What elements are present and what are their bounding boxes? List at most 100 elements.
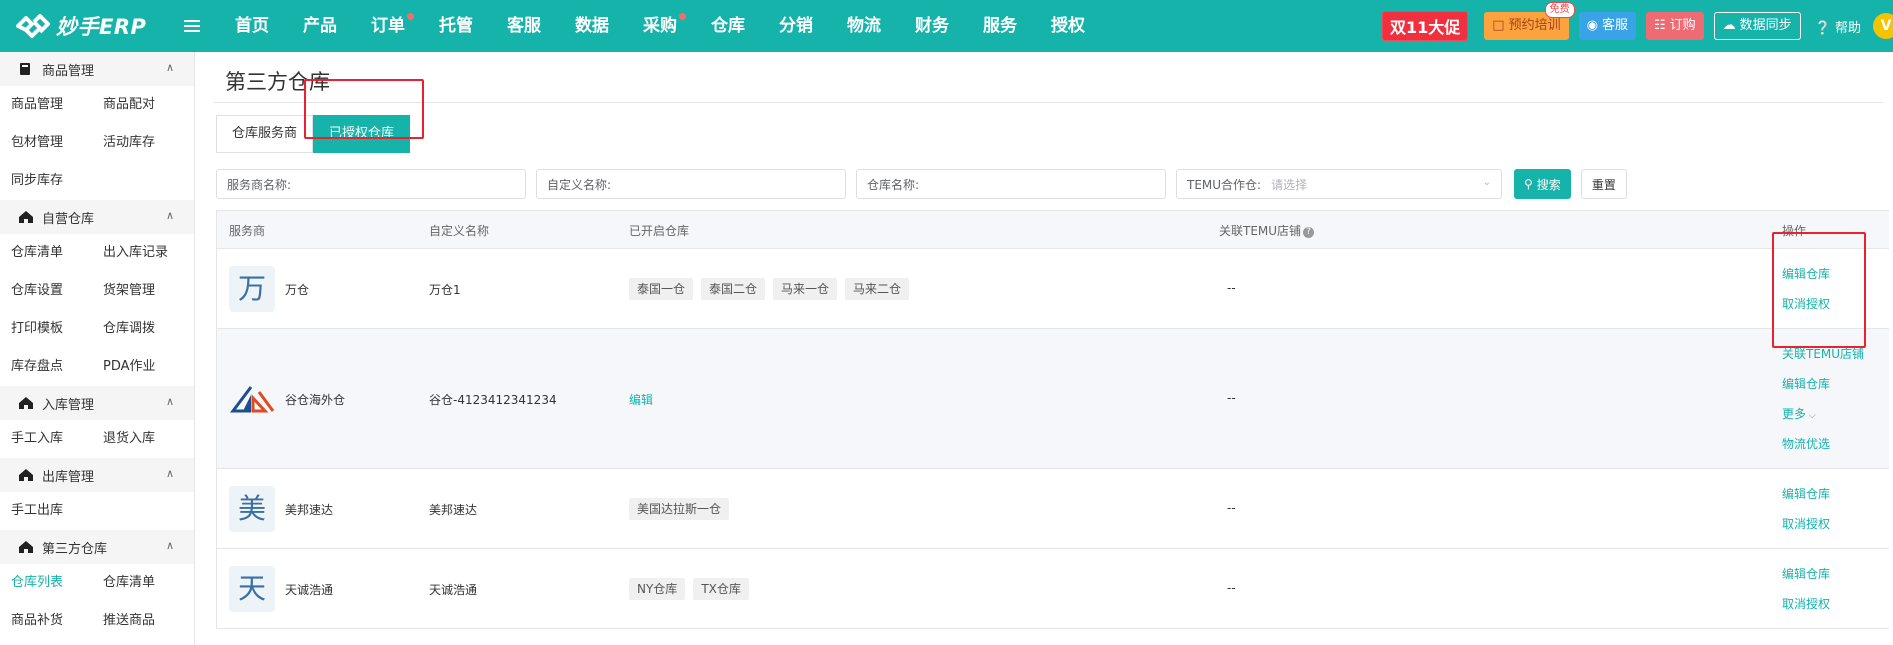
action-link[interactable]: 关联TEMU店铺 — [1782, 339, 1864, 369]
nav-item[interactable]: 授权 — [1034, 0, 1102, 52]
tab-warehouse-providers[interactable]: 仓库服务商 — [216, 115, 314, 153]
search-icon: ⚲ — [1524, 177, 1533, 191]
temu-store-header-label: 关联TEMU店铺 — [1219, 224, 1302, 238]
warehouse-tags: NY仓库 TX仓库 — [629, 578, 757, 600]
product-icon — [18, 62, 34, 76]
sidebar-item[interactable]: PDA作业 — [103, 348, 194, 386]
sidebar-item[interactable]: 商品管理 — [11, 86, 103, 124]
chevron-up-icon[interactable]: ∧ — [166, 539, 174, 552]
sidebar-item[interactable]: 仓库列表 — [11, 564, 103, 602]
nav-item[interactable]: 财务 — [898, 0, 966, 52]
chevron-down-icon: ⌵ — [1806, 411, 1816, 421]
sidebar-item[interactable]: 仓库清单 — [11, 234, 103, 272]
chevron-up-icon[interactable]: ∧ — [166, 209, 174, 222]
custom-name: 万仓1 — [429, 283, 461, 297]
page-title: 第三方仓库 — [225, 70, 330, 94]
sidebar-item[interactable]: 手工出库 — [11, 492, 103, 530]
nav-item[interactable]: 首页 — [218, 0, 286, 52]
data-sync-button[interactable]: ☁ 数据同步 — [1713, 12, 1801, 40]
action-link[interactable]: 取消授权 — [1782, 289, 1830, 319]
table-row: 谷仓海外仓 谷仓-4123412341234 编辑 -- 关联TEMU店铺 编辑仓库 更多 … — [217, 329, 1889, 469]
nav-item-label: 首页 — [235, 16, 269, 36]
tab-authorized-warehouses[interactable]: 已授权仓库 — [313, 115, 411, 153]
action-link[interactable]: 编辑仓库 — [1782, 559, 1830, 589]
sidebar-item[interactable]: 包材管理 — [11, 124, 103, 162]
sidebar-group-header[interactable]: 入库管理 ∧ — [0, 386, 194, 420]
nav-item[interactable]: 数据 — [558, 0, 626, 52]
sidebar-item[interactable]: 活动库存 — [103, 124, 194, 162]
sidebar-item[interactable]: 出入库记录 — [103, 234, 194, 272]
warehouse-name-field[interactable]: 仓库名称: — [856, 169, 1166, 199]
order-button[interactable]: ☷ 订购 — [1645, 12, 1704, 40]
house-icon — [18, 396, 34, 410]
custom-name: 美邦速达 — [429, 503, 478, 517]
action-link[interactable]: 取消授权 — [1782, 509, 1830, 539]
column-header-provider: 服务商 — [229, 224, 266, 238]
sidebar-item[interactable]: 打印模板 — [11, 310, 103, 348]
nav-item-label: 服务 — [983, 16, 1017, 36]
sidebar-group-title: 出库管理 — [42, 469, 95, 485]
nav-item-label: 仓库 — [711, 16, 745, 36]
action-link[interactable]: 编辑仓库 — [1782, 479, 1830, 509]
avatar[interactable]: V — [1873, 13, 1893, 39]
nav-item[interactable]: 物流 — [830, 0, 898, 52]
sidebar-group-items: 手工入库 退货入库 — [0, 420, 194, 458]
nav-item[interactable]: 客服 — [490, 0, 558, 52]
custom-name-field[interactable]: 自定义名称: — [536, 169, 846, 199]
more-dropdown[interactable]: 更多 ⌵ — [1782, 399, 1864, 429]
sidebar-item[interactable]: 商品配对 — [103, 86, 194, 124]
temu-warehouse-select[interactable]: TEMU合作仓: 请选择 ⌄ — [1176, 169, 1502, 199]
sidebar-item[interactable]: 推送商品 — [103, 602, 194, 640]
nav-item[interactable]: 订单 — [354, 0, 422, 52]
promo-banner[interactable]: 双11大促 — [1382, 11, 1469, 41]
sidebar-group-header[interactable]: 自营仓库 ∧ — [0, 200, 194, 234]
search-button[interactable]: ⚲ 搜索 — [1514, 169, 1571, 199]
reset-button[interactable]: 重置 — [1580, 169, 1627, 199]
training-button[interactable]: □ 预约培训 免费 — [1484, 2, 1575, 40]
nav-item[interactable]: 服务 — [966, 0, 1034, 52]
action-link[interactable]: 编辑仓库 — [1782, 259, 1830, 289]
nav-item[interactable]: 分销 — [762, 0, 830, 52]
action-link[interactable]: 编辑仓库 — [1782, 369, 1864, 399]
divider — [214, 102, 1883, 103]
provider-name: 美邦速达 — [285, 503, 334, 517]
nav-item[interactable]: 采购 — [626, 0, 694, 52]
chevron-up-icon[interactable]: ∧ — [166, 467, 174, 480]
edit-warehouses-link[interactable]: 编辑 — [629, 393, 653, 407]
sidebar-item[interactable]: 库存盘点 — [11, 348, 103, 386]
sidebar-item[interactable]: 手工入库 — [11, 420, 103, 458]
sidebar-group-items: 手工出库 — [0, 492, 194, 530]
brand-logo[interactable]: 妙手ERP — [12, 9, 162, 43]
help-link[interactable]: ❔ 帮助 — [1815, 17, 1861, 36]
chevron-up-icon[interactable]: ∧ — [166, 61, 174, 74]
sidebar-group-header[interactable]: 第三方仓库 ∧ — [0, 530, 194, 564]
menu-toggle-icon[interactable] — [184, 17, 200, 35]
provider-name-field[interactable]: 服务商名称: — [216, 169, 526, 199]
sidebar-item[interactable]: 商品补货 — [11, 602, 103, 640]
sidebar-group-items: 商品管理 商品配对 包材管理 活动库存 同步库存 — [0, 86, 194, 200]
sidebar-item[interactable]: 同步库存 — [11, 162, 103, 200]
sidebar-item[interactable]: 仓库设置 — [11, 272, 103, 310]
sidebar-group-header[interactable]: 出库管理 ∧ — [0, 458, 194, 492]
nav-item[interactable]: 托管 — [422, 0, 490, 52]
customer-service-button[interactable]: ◉ 客服 — [1578, 12, 1636, 40]
provider-name: 万仓 — [285, 283, 310, 297]
sidebar-item[interactable]: 货架管理 — [103, 272, 194, 310]
table-row: 万万仓 万仓1 泰国一仓 泰国二仓 马来一仓 马来二仓 -- 编辑仓库 取消授权 — [217, 249, 1889, 329]
action-link[interactable]: 物流优选 — [1782, 429, 1864, 459]
warehouse-tag: 马来一仓 — [773, 278, 838, 300]
sidebar-group-header[interactable]: 商品管理 ∧ — [0, 52, 194, 86]
chevron-up-icon[interactable]: ∧ — [166, 395, 174, 408]
sidebar-item[interactable]: 仓库调拨 — [103, 310, 194, 348]
message-icon: □ — [1492, 18, 1505, 33]
nav-item[interactable]: 产品 — [286, 0, 354, 52]
sidebar-item[interactable]: 退货入库 — [103, 420, 194, 458]
provider-logo — [229, 376, 275, 422]
more-label: 更多 — [1782, 407, 1807, 421]
question-icon[interactable]: ? — [1303, 227, 1315, 238]
table-row: 美美邦速达 美邦速达 美国达拉斯一仓 -- 编辑仓库 取消授权 — [217, 469, 1889, 549]
sidebar-item[interactable]: 仓库清单 — [103, 564, 194, 602]
nav-item[interactable]: 仓库 — [694, 0, 762, 52]
row-actions: 编辑仓库 取消授权 — [1782, 559, 1830, 619]
action-link[interactable]: 取消授权 — [1782, 589, 1830, 619]
